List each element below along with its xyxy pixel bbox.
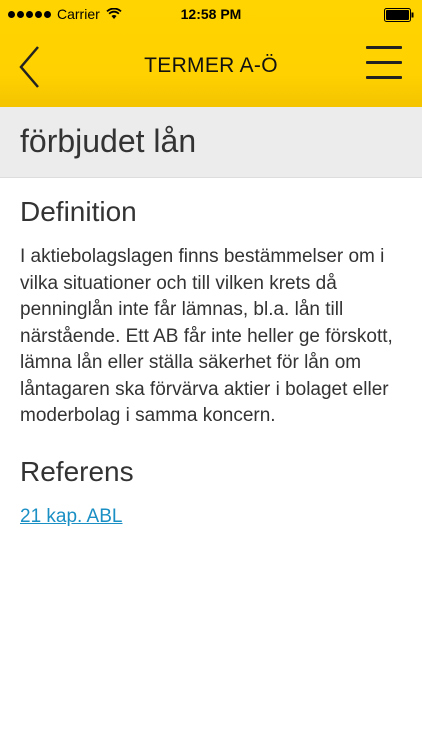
definition-text: I aktiebolagslagen finns bestämmelser om… (20, 246, 393, 426)
hamburger-menu-icon (366, 46, 402, 49)
app-screen: Carrier 12:58 PM TERMER A-Ö förbjudet lå… (0, 0, 422, 750)
status-bar: Carrier 12:58 PM (0, 0, 422, 30)
term-content: Definition I aktiebolagslagen finns best… (20, 196, 402, 528)
battery-icon (384, 8, 414, 22)
term-title: förbjudet lån (20, 123, 197, 159)
hamburger-menu-icon (366, 61, 402, 64)
nav-title: TERMER A-Ö (144, 54, 278, 77)
status-time: 12:58 PM (180, 6, 242, 22)
menu-button[interactable] (366, 46, 404, 86)
navigation-bar: TERMER A-Ö (0, 30, 422, 107)
hamburger-menu-icon (366, 76, 402, 79)
definition-heading: Definition (20, 196, 137, 227)
top-bar: Carrier 12:58 PM TERMER A-Ö (0, 0, 422, 107)
reference-heading: Referens (20, 455, 134, 487)
term-header: förbjudet lån (0, 107, 422, 178)
reference-link[interactable]: 21 kap. ABL (20, 506, 122, 527)
